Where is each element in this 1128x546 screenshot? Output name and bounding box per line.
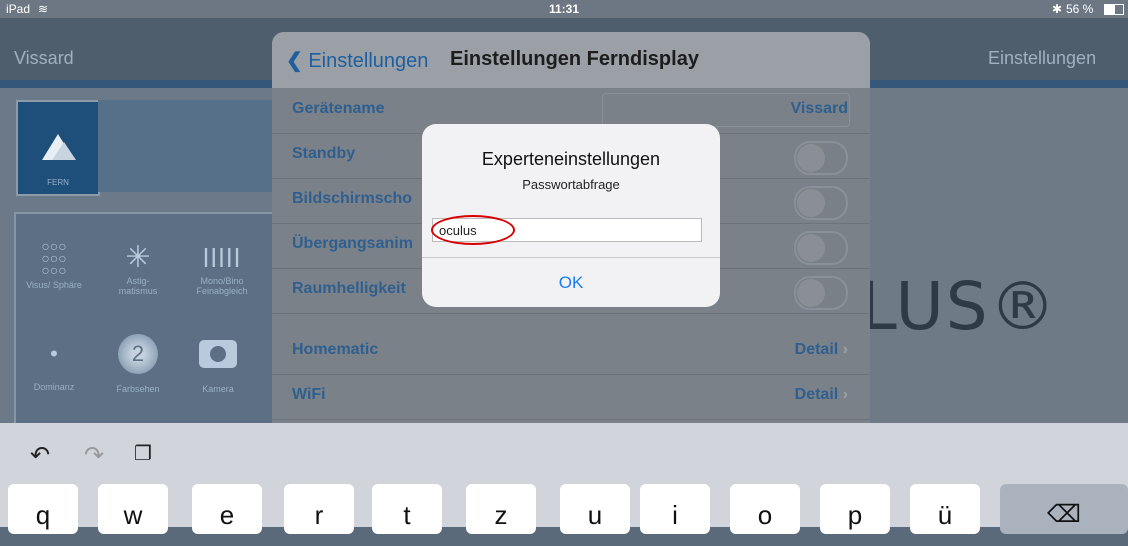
fern-strip	[98, 100, 272, 192]
back-button[interactable]: ❮ Einstellungen	[286, 48, 428, 73]
brightness-toggle[interactable]	[794, 276, 848, 310]
chevron-left-icon: ❮	[286, 50, 303, 72]
battery-percent: 56 %	[1066, 2, 1094, 16]
chevron-right-icon: ›	[842, 341, 848, 358]
brand-logo: LUS®	[860, 268, 1058, 345]
status-bar: iPad ≋ 11:31 ✱ 56 %	[0, 0, 1128, 18]
standby-toggle[interactable]	[794, 141, 848, 175]
undo-icon[interactable]: ↶	[30, 441, 50, 470]
row-label: WiFi	[292, 386, 326, 403]
detail-value: Detail ›	[795, 341, 848, 359]
tool-label: Astig- matismus	[118, 276, 158, 296]
bars-icon: ǀǀǀǀǀ	[202, 243, 242, 273]
tool-kamera[interactable]: Kamera	[182, 334, 254, 394]
back-label: Einstellungen	[308, 50, 429, 72]
right-background	[870, 88, 1128, 423]
status-time: 11:31	[549, 2, 580, 16]
tools-panel: ○○○ ○○○ ○○○ Visus/ Sphäre ✳ Astig- matismu…	[14, 212, 276, 426]
wifi-icon: ≋	[38, 2, 49, 16]
nav-left-title[interactable]: Vissard	[14, 48, 74, 69]
detail-label: Detail	[794, 341, 839, 358]
astigmatism-icon: ✳	[125, 241, 151, 274]
delete-icon: ⌫	[1047, 501, 1081, 528]
circles-grid-icon: ○○○ ○○○ ○○○	[41, 238, 67, 278]
dialog-message: Passwortabfrage	[522, 177, 620, 192]
chevron-right-icon: ›	[842, 386, 848, 403]
row-wifi[interactable]: WiFi Detail ›	[272, 374, 870, 420]
fern-tile[interactable]: FERN	[16, 100, 100, 196]
detail-label: Detail	[794, 386, 839, 403]
row-label: Homematic	[292, 341, 379, 358]
dot-icon: •	[50, 341, 58, 366]
redo-icon[interactable]: ↷	[84, 441, 104, 470]
ok-button[interactable]: OK	[422, 258, 720, 307]
paste-icon[interactable]: ❐	[134, 441, 152, 466]
sheet-title: Einstellungen Ferndisplay	[450, 48, 699, 70]
tool-label: Farbsehen	[116, 384, 160, 394]
detail-value: Detail ›	[795, 386, 848, 404]
tool-label: Visus/ Sphäre	[26, 280, 82, 290]
battery-icon	[1104, 4, 1124, 15]
highlight-circle	[431, 215, 515, 245]
row-label: Gerätename	[292, 100, 385, 117]
tool-mono-bino[interactable]: ǀǀǀǀǀ Mono/Bino Feinabgleich	[182, 240, 262, 296]
device-name-value: Vissard	[790, 100, 848, 117]
tool-label: Kamera	[202, 384, 234, 394]
nav-right-title[interactable]: Einstellungen	[988, 48, 1096, 69]
bluetooth-icon: ✱	[1052, 2, 1063, 16]
tool-label: Dominanz	[33, 382, 75, 392]
tool-farbsehen[interactable]: 2 Farbsehen	[102, 334, 174, 394]
screensaver-toggle[interactable]	[794, 186, 848, 220]
camera-icon	[199, 340, 237, 368]
row-label: Standby	[292, 145, 356, 162]
fern-label: FERN	[47, 178, 69, 187]
tool-label: Mono/Bino Feinabgleich	[196, 276, 248, 296]
color-plate-icon: 2	[118, 334, 158, 374]
device-name: iPad	[6, 2, 31, 16]
dialog-title: Experteneinstellungen	[481, 149, 661, 169]
tool-dominanz[interactable]: • Dominanz	[18, 334, 90, 392]
row-label: Übergangsanim	[292, 235, 413, 252]
tool-astigmatism[interactable]: ✳ Astig- matismus	[102, 240, 174, 296]
row-label: Bildschirmscho	[292, 190, 413, 207]
sheet-nav-bar: ❮ Einstellungen Einstellungen Ferndispla…	[272, 32, 870, 88]
transition-toggle[interactable]	[794, 231, 848, 265]
row-homematic[interactable]: Homematic Detail ›	[272, 329, 870, 375]
row-label: Raumhelligkeit	[292, 280, 406, 297]
tool-visus[interactable]: ○○○ ○○○ ○○○ Visus/ Sphäre	[18, 238, 90, 290]
